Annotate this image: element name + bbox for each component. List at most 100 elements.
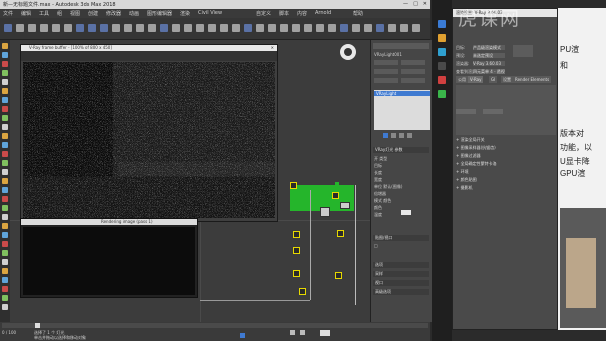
renderer-dropdown[interactable]: V-Ray 3.60.03 <box>473 61 505 66</box>
toolbar-tool-icon[interactable] <box>316 24 324 32</box>
left-tool-icon[interactable] <box>2 259 8 265</box>
left-tool-icon[interactable] <box>2 250 8 256</box>
toolbar-tool-icon[interactable] <box>148 24 156 32</box>
taskbar-app-icon[interactable] <box>438 20 446 28</box>
toolbar-tool-icon[interactable] <box>304 24 312 32</box>
left-tool-icon[interactable] <box>2 196 8 202</box>
left-tool-icon[interactable] <box>2 79 8 85</box>
menu-item[interactable]: 编辑 <box>21 10 31 17</box>
left-tool-icon[interactable] <box>2 205 8 211</box>
object-name-field[interactable]: VRayLight001 <box>374 52 402 57</box>
auto-key-icon[interactable] <box>240 333 245 338</box>
left-tool-icon[interactable] <box>2 88 8 94</box>
rollup-texture[interactable]: 贴图/视口 <box>373 235 429 241</box>
left-tool-icon[interactable] <box>2 160 8 166</box>
toolbar-tool-icon[interactable] <box>40 24 48 32</box>
render-setup-section[interactable]: + 渲染全局开关 <box>456 137 556 143</box>
modifier-list[interactable] <box>374 60 398 65</box>
left-tool-icon[interactable] <box>2 169 8 175</box>
toolbar-tool-icon[interactable] <box>4 24 12 32</box>
menu-item[interactable]: 修改器 <box>106 10 121 17</box>
modifier-list[interactable] <box>401 60 425 65</box>
menu-item[interactable]: 组 <box>57 10 62 17</box>
toolbar-tool-icon[interactable] <box>340 24 348 32</box>
menu-item[interactable]: 工具 <box>39 10 49 17</box>
render-setup-section[interactable]: + 环境 <box>456 169 556 175</box>
left-tool-icon[interactable] <box>2 277 8 283</box>
light-gizmo[interactable] <box>290 182 297 189</box>
toolbar-tool-icon[interactable] <box>328 24 336 32</box>
taskbar-app-icon[interactable] <box>438 76 446 84</box>
toolbar-tool-icon[interactable] <box>244 24 252 32</box>
key-filter-icon[interactable] <box>320 330 330 336</box>
menu-item[interactable]: 创建 <box>88 10 98 17</box>
left-tool-icon[interactable] <box>2 223 8 229</box>
light-param-row[interactable]: 模式 颜色 <box>374 198 391 204</box>
toolbar-tool-icon[interactable] <box>160 24 168 32</box>
light-gizmo[interactable] <box>293 270 300 277</box>
toolbar-tool-icon[interactable] <box>208 24 216 32</box>
panel-tabs[interactable] <box>373 43 429 49</box>
menu-item[interactable]: 文件 <box>3 10 13 17</box>
toolbar-tool-icon[interactable] <box>16 24 24 32</box>
left-tool-icon[interactable] <box>2 232 8 238</box>
modifier-stack[interactable]: VRayLight <box>374 90 430 130</box>
render-button[interactable] <box>513 45 533 57</box>
light-gizmo[interactable] <box>337 230 344 237</box>
left-tool-icon[interactable] <box>2 151 8 157</box>
render-setup-section[interactable]: + 图像过滤器 <box>456 153 556 159</box>
toolbar-tool-icon[interactable] <box>376 24 384 32</box>
render-setup-window[interactable]: 渲染设置: V-Ray 3.60.03 目标: 产品级渲染模式 预设: 未选定预… <box>452 8 558 330</box>
minimize-icon[interactable]: — <box>403 1 408 7</box>
render-setup-tab[interactable]: V-Ray <box>468 76 484 83</box>
vray-frame-buffer[interactable]: V-Ray frame buffer - [100% of 800 x 450]… <box>20 44 278 222</box>
rollup-parameters[interactable]: VRay灯光 参数 <box>373 147 429 153</box>
menu-item[interactable]: Civil View <box>198 10 222 16</box>
toolbar-tool-icon[interactable] <box>112 24 120 32</box>
render-setup-tab[interactable]: GI <box>489 76 498 83</box>
remove-modifier-icon[interactable] <box>407 133 412 138</box>
left-tool-icon[interactable] <box>2 43 8 49</box>
left-tool-icon[interactable] <box>2 304 8 310</box>
left-tool-icon[interactable] <box>2 178 8 184</box>
modifier-button[interactable] <box>374 69 398 74</box>
toolbar-tool-icon[interactable] <box>172 24 180 32</box>
maximize-icon[interactable]: □ <box>413 1 418 7</box>
close-icon[interactable]: ✕ <box>423 1 427 7</box>
timeline[interactable] <box>2 323 428 328</box>
menu-item[interactable]: 动画 <box>129 10 139 17</box>
light-param-row[interactable]: 长度 <box>374 170 382 176</box>
menu-item[interactable]: 渲染 <box>180 10 190 17</box>
target-dropdown[interactable]: 产品级渲染模式 <box>473 45 505 50</box>
left-tool-icon[interactable] <box>2 70 8 76</box>
menu-item[interactable]: 脚本 <box>279 10 289 17</box>
toolbar-tool-icon[interactable] <box>388 24 396 32</box>
left-tool-icon[interactable] <box>2 295 8 301</box>
toolbar-tool-icon[interactable] <box>280 24 288 32</box>
render-setup-section[interactable]: + 颜色贴图 <box>456 177 556 183</box>
left-tool-icon[interactable] <box>2 286 8 292</box>
menu-item[interactable]: 图形编辑器 <box>147 10 172 17</box>
render-setup-section[interactable]: + 图像采样器(抗锯齿) <box>456 145 556 151</box>
toolbar-tool-icon[interactable] <box>52 24 60 32</box>
view-to-render-dropdown[interactable]: 四元菜单 4 - 透视 <box>473 69 505 74</box>
taskbar-app-icon[interactable] <box>438 34 446 42</box>
menu-item[interactable]: 视图 <box>70 10 80 17</box>
left-tool-icon[interactable] <box>2 61 8 67</box>
pin-stack-icon[interactable] <box>383 133 388 138</box>
taskbar-app-icon[interactable] <box>438 90 446 98</box>
toolbar-tool-icon[interactable] <box>64 24 72 32</box>
make-unique-icon[interactable] <box>399 133 404 138</box>
rollup-header[interactable]: 选项 <box>373 262 429 268</box>
menu-item[interactable]: Arnold <box>315 10 331 16</box>
toolbar-tool-icon[interactable] <box>76 24 84 32</box>
light-param-row[interactable]: 颜色 <box>374 205 382 211</box>
light-param-row[interactable]: 目标 <box>374 163 382 169</box>
toolbar-tool-icon[interactable] <box>352 24 360 32</box>
preset-dropdown[interactable]: 未选定预设 <box>473 53 505 58</box>
toolbar-tool-icon[interactable] <box>364 24 372 32</box>
left-tool-icon[interactable] <box>2 124 8 130</box>
left-tool-icon[interactable] <box>2 214 8 220</box>
render-setup-tab[interactable]: Render Elements <box>513 76 552 83</box>
play-icon[interactable] <box>290 330 295 335</box>
